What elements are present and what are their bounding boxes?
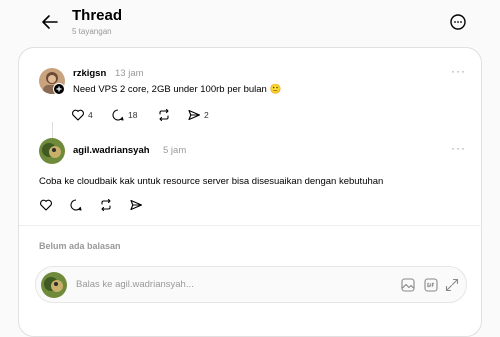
repost-icon (101, 198, 111, 212)
post-time: 13 jam (115, 68, 144, 79)
heart-icon (40, 199, 52, 211)
post-text: Need VPS 2 core, 2GB under 100rb per bul… (73, 84, 282, 95)
avatar (41, 272, 67, 298)
thread-card: rzkigsn 13 jam ··· Need VPS 2 core, 2GB … (18, 47, 483, 337)
repost-button[interactable] (157, 108, 174, 122)
comment-icon (112, 109, 124, 121)
share-count: 2 (204, 110, 209, 120)
post-time: 5 jam (163, 145, 187, 156)
avatar-self-image (41, 272, 67, 298)
gif-icon[interactable] (423, 277, 439, 293)
section-divider (19, 225, 483, 226)
post-text: Coba ke cloudbaik kak untuk resource ser… (39, 176, 384, 187)
like-count: 4 (88, 110, 93, 120)
repost-icon (159, 108, 169, 122)
more-circle-icon[interactable] (448, 12, 468, 32)
comment-button[interactable] (69, 198, 86, 212)
repost-button[interactable] (99, 198, 116, 212)
top-bar: Thread 5 tayangan (0, 0, 500, 44)
send-icon (130, 199, 143, 211)
avatar[interactable] (39, 138, 65, 164)
post-more-button[interactable]: ··· (451, 64, 466, 78)
comment-icon (70, 199, 82, 211)
reply-placeholder: Balas ke agil.wadriansyah... (76, 279, 194, 290)
comment-button[interactable]: 18 (111, 108, 137, 122)
send-icon (188, 109, 201, 121)
share-button[interactable] (129, 198, 146, 212)
page-title: Thread (72, 7, 123, 24)
like-button[interactable] (39, 198, 56, 212)
heart-icon (72, 109, 84, 121)
post-username[interactable]: rzkigsn (73, 68, 106, 79)
avatar-agil-image (39, 138, 65, 164)
post-username[interactable]: agil.wadriansyah (73, 145, 150, 156)
arrow-left-icon[interactable] (40, 12, 60, 32)
follow-plus-icon[interactable] (53, 83, 65, 95)
no-replies-label: Belum ada balasan (39, 241, 121, 251)
image-icon[interactable] (400, 277, 416, 293)
share-button[interactable]: 2 (187, 108, 209, 122)
expand-icon[interactable] (444, 277, 460, 293)
reply-input[interactable]: Balas ke agil.wadriansyah... (35, 266, 467, 303)
like-button[interactable]: 4 (71, 108, 93, 122)
view-count: 5 tayangan (72, 27, 112, 36)
comment-count: 18 (128, 110, 138, 120)
post-more-button[interactable]: ··· (451, 141, 466, 155)
